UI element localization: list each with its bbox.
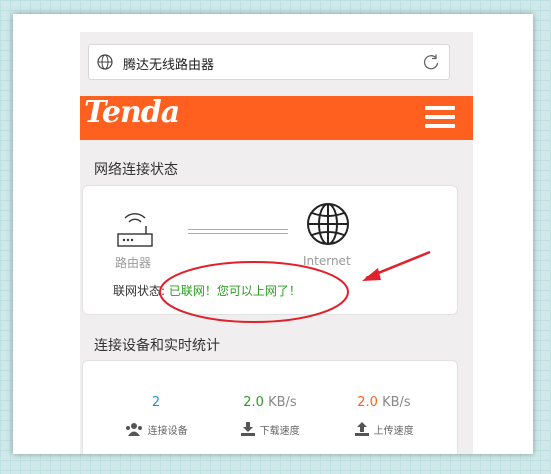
screenshot-frame: 腾达无线路由器 Tenda 网络连接状态 路由器 Internet 联网状态: …	[13, 14, 533, 454]
connection-section-title: 网络连接状态	[94, 162, 178, 178]
upload-label: 上传速度	[373, 426, 414, 437]
upload-icon	[355, 422, 370, 436]
download-value-row: 2.0 KB/s	[215, 395, 325, 410]
internet-globe-icon	[307, 203, 349, 245]
address-bar[interactable]: 腾达无线路由器	[88, 44, 450, 80]
devices-count: 2	[151, 395, 161, 410]
connection-status-panel: 路由器 Internet 联网状态: 已联网！您可以上网了！	[82, 185, 458, 315]
upload-value-row: 2.0 KB/s	[329, 395, 439, 410]
connection-link-line	[188, 229, 288, 234]
users-icon	[126, 423, 143, 436]
internet-label: Internet	[303, 254, 351, 268]
tenda-logo: Tenda	[84, 95, 180, 130]
reload-icon[interactable]	[422, 53, 440, 71]
download-label: 下载速度	[259, 426, 300, 437]
network-status-prefix: 联网状态:	[113, 284, 169, 298]
download-icon	[241, 422, 256, 436]
brand-header: Tenda	[80, 95, 473, 140]
connected-devices-stat: 2 连接设备	[101, 395, 211, 437]
download-value: 2.0	[243, 395, 264, 410]
stats-panel: 2 连接设备 2.0 KB/s 下载速度 2.0 KB/s 上传速度	[82, 360, 458, 454]
page-title: 腾达无线路由器	[123, 58, 215, 73]
network-status: 联网状态: 已联网！您可以上网了！	[113, 282, 301, 299]
network-status-text: 已联网！您可以上网了！	[168, 284, 301, 298]
globe-icon	[97, 54, 113, 70]
download-speed-stat: 2.0 KB/s 下载速度	[215, 395, 325, 437]
upload-value: 2.0	[357, 395, 378, 410]
download-label-row: 下载速度	[215, 422, 325, 437]
devices-label: 连接设备	[147, 426, 188, 437]
upload-label-row: 上传速度	[329, 422, 439, 437]
devices-label-row: 连接设备	[101, 422, 211, 437]
download-unit: KB/s	[263, 395, 297, 410]
router-icon	[117, 213, 153, 247]
stats-section-title: 连接设备和实时统计	[94, 338, 220, 354]
upload-speed-stat: 2.0 KB/s 上传速度	[329, 395, 439, 437]
upload-unit: KB/s	[377, 395, 411, 410]
mobile-browser: 腾达无线路由器 Tenda 网络连接状态 路由器 Internet 联网状态: …	[80, 32, 473, 454]
hamburger-menu-icon[interactable]	[425, 106, 455, 130]
router-label: 路由器	[115, 256, 152, 270]
